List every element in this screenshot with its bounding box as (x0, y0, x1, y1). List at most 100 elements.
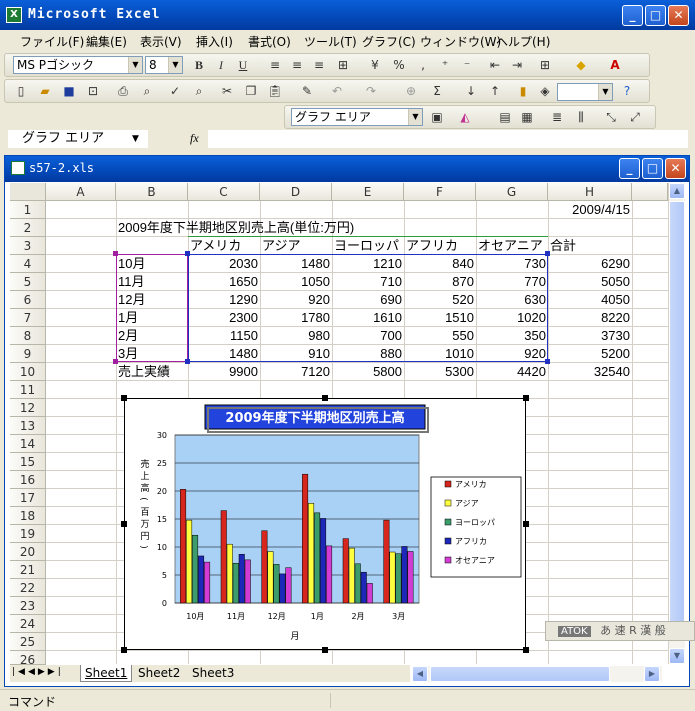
row-header[interactable]: 15 (10, 453, 46, 471)
header-cell[interactable]: アメリカ (190, 237, 241, 255)
row-header[interactable]: 22 (10, 579, 46, 597)
permission-icon[interactable]: ⊡ (83, 81, 103, 101)
format-chart-area-icon[interactable]: ▣ (427, 107, 447, 127)
bar[interactable] (285, 567, 292, 604)
row-header[interactable]: 24 (10, 615, 46, 633)
sort-ascending-icon[interactable]: ↓ (461, 81, 481, 101)
maximize-button[interactable]: □ (645, 5, 666, 26)
header-cell[interactable]: アフリカ (406, 237, 458, 255)
chart-resize-handle[interactable] (121, 647, 127, 653)
legend-icon[interactable]: ▤ (495, 107, 515, 127)
row-header[interactable]: 4 (10, 255, 46, 273)
bar[interactable] (302, 473, 309, 604)
header-cell[interactable]: ヨーロッパ (334, 237, 399, 255)
align-left-icon[interactable]: ≡ (265, 55, 285, 75)
value-cell[interactable]: 3730 (548, 327, 632, 345)
value-cell[interactable]: 5300 (404, 363, 476, 381)
bar[interactable] (238, 554, 245, 604)
chart-resize-handle[interactable] (322, 395, 328, 401)
range-handle[interactable] (113, 251, 118, 256)
select-all-corner[interactable] (10, 183, 46, 201)
bar[interactable] (342, 538, 349, 604)
by-column-icon[interactable]: ⫼ (571, 107, 591, 127)
app-title-bar[interactable]: X Microsoft Excel _ □ ✕ (0, 0, 695, 30)
bar[interactable] (366, 583, 373, 604)
row-header[interactable]: 2 (10, 219, 46, 237)
menu-edit[interactable]: 編集(E) (86, 33, 127, 50)
column-header-h[interactable]: H (548, 183, 632, 201)
sort-descending-icon[interactable]: ↑ (485, 81, 505, 101)
save-icon[interactable]: ■ (59, 81, 79, 101)
merge-center-icon[interactable]: ⊞ (333, 55, 353, 75)
menu-tools[interactable]: ツール(T) (304, 33, 357, 50)
column-header-b[interactable]: B (116, 183, 188, 201)
row-header[interactable]: 21 (10, 561, 46, 579)
comma-style-icon[interactable]: , (413, 55, 433, 75)
row-header[interactable]: 13 (10, 417, 46, 435)
menu-format[interactable]: 書式(O) (248, 33, 291, 50)
bar[interactable] (407, 551, 414, 604)
research-icon[interactable]: ⌕ (189, 81, 209, 101)
align-right-icon[interactable]: ≡ (309, 55, 329, 75)
value-cell[interactable]: 9900 (188, 363, 260, 381)
format-painter-icon[interactable]: ✎ (297, 81, 317, 101)
bar[interactable] (279, 573, 286, 604)
row-header[interactable]: 12 (10, 399, 46, 417)
decrease-decimal-icon[interactable]: ⁻ (457, 55, 477, 75)
wb-restore-button[interactable]: □ (642, 158, 663, 179)
row-header[interactable]: 7 (10, 309, 46, 327)
bar[interactable] (348, 547, 355, 604)
bar[interactable] (192, 534, 199, 604)
row-header[interactable]: 9 (10, 345, 46, 363)
cut-icon[interactable]: ✂ (217, 81, 237, 101)
value-cell[interactable]: 4050 (548, 291, 632, 309)
value-cell[interactable]: 8220 (548, 309, 632, 327)
chevron-down-icon[interactable]: ▼ (168, 57, 182, 73)
value-cell[interactable]: 7120 (260, 363, 332, 381)
header-cell[interactable]: オセアニア (478, 237, 543, 255)
help-icon[interactable]: ? (617, 81, 637, 101)
increase-indent-icon[interactable]: ⇥ (507, 55, 527, 75)
excel-app-icon[interactable]: X (6, 7, 22, 23)
chart-wizard-icon[interactable]: ▮ (513, 81, 533, 101)
ime-modes[interactable]: あ 速 R 漢 般 (600, 624, 666, 637)
column-header-blank[interactable] (632, 183, 668, 201)
scroll-left-icon[interactable]: ◀ (412, 666, 428, 682)
row-header[interactable]: 18 (10, 507, 46, 525)
vertical-scrollbar[interactable]: ▲ ▼ (668, 183, 685, 664)
ime-toolbar[interactable]: ATOK あ 速 R 漢 般 (545, 621, 695, 641)
range-handle[interactable] (545, 251, 550, 256)
horizontal-scroll-thumb[interactable] (430, 666, 610, 682)
chart-resize-handle[interactable] (523, 521, 529, 527)
menu-file[interactable]: ファイル(F) (20, 33, 84, 50)
data-table-icon[interactable]: ▦ (517, 107, 537, 127)
row-header[interactable]: 5 (10, 273, 46, 291)
redo-icon[interactable]: ↷ (361, 81, 381, 101)
bar[interactable] (314, 512, 321, 604)
horizontal-scrollbar[interactable]: ◀ ▶ (412, 666, 662, 682)
row-header[interactable]: 8 (10, 327, 46, 345)
range-handle[interactable] (185, 359, 190, 364)
bar[interactable] (389, 551, 396, 604)
bar[interactable] (244, 559, 251, 604)
menu-view[interactable]: 表示(V) (140, 33, 182, 50)
angle-text-down-icon[interactable]: ⤡ (601, 107, 621, 127)
header-cell[interactable]: 合計 (550, 237, 576, 255)
autosum-icon[interactable]: Σ (427, 81, 447, 101)
column-header-c[interactable]: C (188, 183, 260, 201)
bar[interactable] (308, 503, 315, 604)
column-header-d[interactable]: D (260, 183, 332, 201)
hyperlink-icon[interactable]: ⊕ (401, 81, 421, 101)
bar[interactable] (395, 553, 402, 604)
embedded-chart[interactable]: 2009年度下半期地区別売上高 30 25 20 15 10 5 0 10月 11月 12月 1月 2… (124, 398, 526, 650)
workbook-icon[interactable] (11, 161, 25, 175)
column-header-e[interactable]: E (332, 183, 404, 201)
undo-icon[interactable]: ↶ (327, 81, 347, 101)
workbook-title-bar[interactable]: s57-2.xls _ □ ✕ (5, 156, 689, 182)
function-icon[interactable]: fx (190, 131, 199, 146)
chart-type-icon[interactable]: ◭ (455, 107, 475, 127)
row-header[interactable]: 26 (10, 651, 46, 667)
row-header[interactable]: 19 (10, 525, 46, 543)
vertical-scroll-thumb[interactable] (669, 201, 685, 631)
value-cell[interactable]: 5800 (332, 363, 404, 381)
